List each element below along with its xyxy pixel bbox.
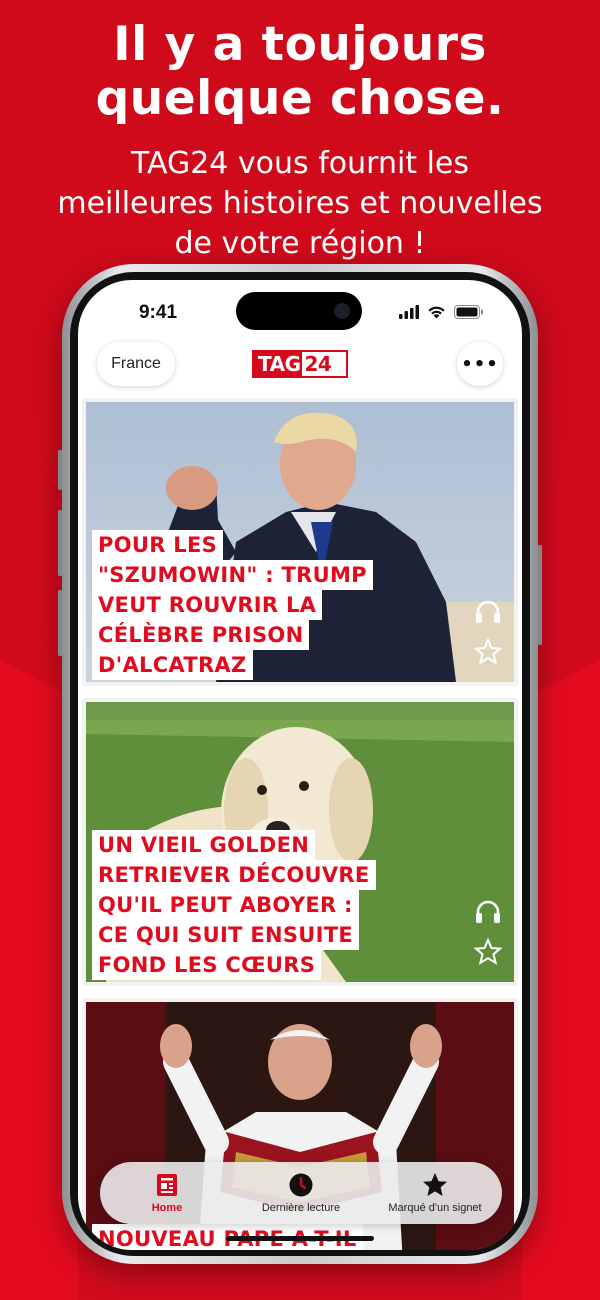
article-title: UN VIEIL GOLDEN RETRIEVER DÉCOUVRE QU'IL… (92, 830, 376, 980)
wifi-icon (428, 306, 445, 319)
home-indicator[interactable] (226, 1236, 374, 1241)
tab-label: Home (151, 1202, 183, 1214)
article-image: UN VIEIL GOLDEN RETRIEVER DÉCOUVRE QU'IL… (86, 702, 514, 982)
subheadline-line-3: de votre région ! (174, 226, 426, 261)
battery-icon (454, 305, 483, 319)
signal-icon (399, 305, 419, 319)
headline-line-2: quelque chose. (95, 71, 505, 126)
dynamic-island (236, 292, 362, 330)
status-bar: 9:41 (78, 280, 522, 350)
article-title-line: CE QUI SUIT ENSUITE (92, 920, 360, 950)
status-icons (399, 304, 484, 320)
tab-label: Dernière lecture (261, 1202, 341, 1214)
article-card[interactable]: UN VIEIL GOLDEN RETRIEVER DÉCOUVRE QU'IL… (82, 698, 518, 986)
region-selector-button[interactable]: France (97, 342, 175, 386)
tag24-logo: TAG 24 (252, 350, 348, 378)
article-title-line: FOND LES CŒURS (92, 950, 322, 980)
tab-label: Marqué d'un signet (388, 1202, 482, 1214)
article-actions (474, 598, 502, 665)
article-title-line: UN VIEIL GOLDEN (92, 830, 316, 860)
article-card[interactable]: POUR LES "SZUMOWIN" : TRUMP VEUT ROUVRIR… (82, 398, 518, 686)
app-header: France TAG 24 ••• (78, 342, 522, 398)
star-outline-icon[interactable] (474, 638, 502, 665)
phone-screen: 9:41 France TAG 24 ••• POUR LES "SZUMOWI… (78, 280, 522, 1250)
headline-line-1: Il y a toujours (113, 17, 487, 72)
article-title-line: QU'IL PEUT ABOYER : (92, 890, 359, 920)
subheadline-line-1: TAG24 vous fournit les (130, 146, 470, 181)
promo-subheadline: TAG24 vous fournit les meilleures histoi… (0, 144, 600, 264)
headphones-icon[interactable] (474, 898, 502, 924)
clock-icon (289, 1173, 313, 1197)
article-title-line: "SZUMOWIN" : TRUMP (92, 560, 373, 590)
camera-lens (334, 303, 350, 319)
logo-text-tag: TAG (254, 352, 303, 376)
tab-home[interactable]: Home (102, 1172, 232, 1214)
more-options-button[interactable]: ••• (457, 342, 503, 386)
article-title: POUR LES "SZUMOWIN" : TRUMP VEUT ROUVRIR… (92, 530, 373, 680)
bottom-tab-bar: Home Dernière lecture Marqué d'un signet (100, 1162, 502, 1224)
more-icon: ••• (461, 353, 499, 375)
article-title-line: POUR LES (92, 530, 224, 560)
tab-last-read[interactable]: Dernière lecture (236, 1172, 366, 1214)
star-filled-icon (423, 1173, 447, 1196)
article-title-line: VEUT ROUVRIR LA (92, 590, 323, 620)
star-outline-icon[interactable] (474, 938, 502, 965)
article-title-line: D'ALCATRAZ (92, 650, 253, 680)
newspaper-icon (157, 1174, 177, 1196)
logo-text-24: 24 (302, 352, 334, 376)
promo-headline: Il y a toujours quelque chose. (0, 18, 600, 126)
article-actions (474, 898, 502, 965)
tab-bookmarks[interactable]: Marqué d'un signet (370, 1172, 500, 1214)
status-time: 9:41 (138, 302, 178, 323)
headphones-icon[interactable] (474, 598, 502, 624)
article-title-line: RETRIEVER DÉCOUVRE (92, 860, 376, 890)
subheadline-line-2: meilleures histoires et nouvelles (57, 186, 543, 221)
article-title-line: CÉLÈBRE PRISON (92, 620, 310, 650)
article-image: POUR LES "SZUMOWIN" : TRUMP VEUT ROUVRIR… (86, 402, 514, 682)
